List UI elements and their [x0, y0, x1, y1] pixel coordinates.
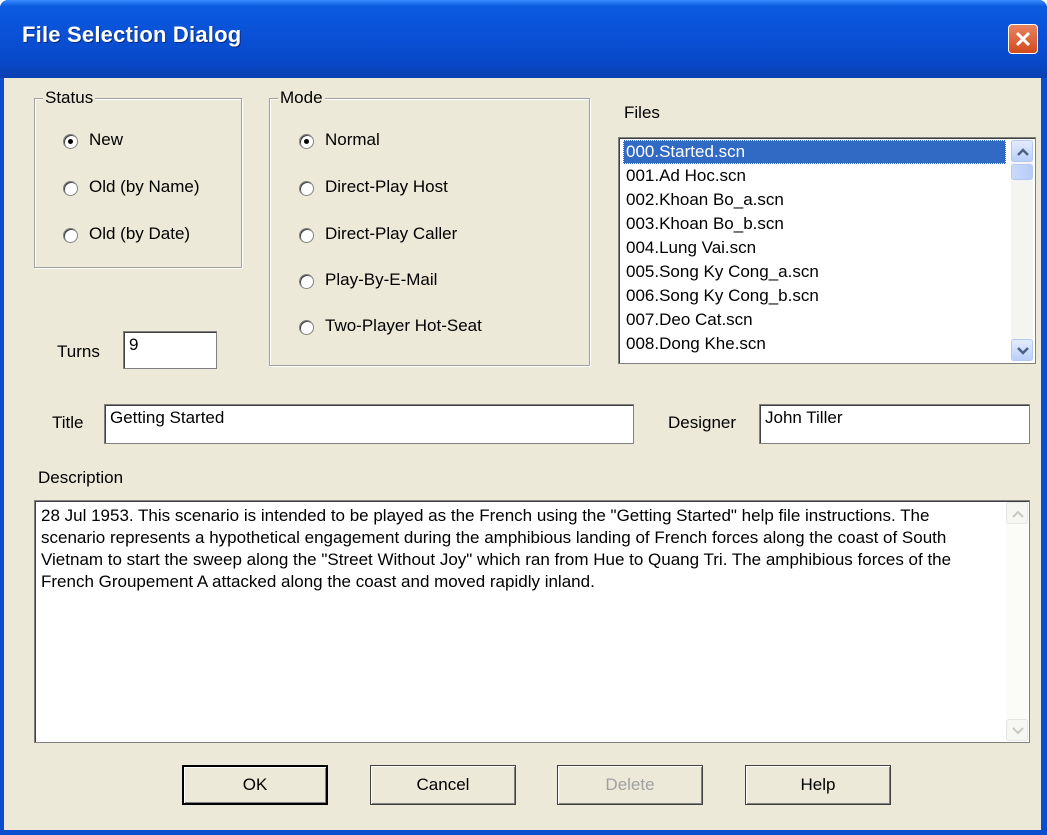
- close-icon: [1015, 31, 1031, 47]
- delete-button[interactable]: Delete: [557, 765, 703, 805]
- title-input[interactable]: Getting Started: [104, 404, 634, 444]
- radio-button-icon: [299, 320, 314, 335]
- dialog-title: File Selection Dialog: [22, 22, 242, 47]
- status-radio-old-by-date-label: Old (by Date): [89, 224, 191, 243]
- dialog-client-area: Status New Old (by Name) Old (by Date) T…: [4, 78, 1041, 830]
- radio-dot-icon: [304, 139, 309, 144]
- mode-radio-play-by-email-label: Play-By-E-Mail: [325, 270, 438, 289]
- radio-button-icon: [63, 134, 78, 149]
- file-list-item[interactable]: 004.Lung Vai.scn: [623, 236, 1006, 260]
- files-listbox[interactable]: 000.Started.scn 001.Ad Hoc.scn 002.Khoan…: [618, 137, 1036, 364]
- mode-radio-direct-play-host-label: Direct-Play Host: [325, 177, 448, 196]
- chevron-down-icon: [1017, 347, 1029, 355]
- mode-group-caption: Mode: [278, 88, 325, 108]
- radio-dot-icon: [68, 139, 73, 144]
- status-group-caption: Status: [43, 88, 96, 108]
- dialog-window: File Selection Dialog Status New Old (by…: [0, 0, 1047, 835]
- cancel-button[interactable]: Cancel: [370, 765, 516, 805]
- title-bar[interactable]: File Selection Dialog: [0, 0, 1047, 78]
- scroll-down-button[interactable]: [1006, 719, 1028, 741]
- designer-label: Designer: [668, 413, 737, 432]
- radio-button-icon: [299, 228, 314, 243]
- mode-group: Mode Normal Direct-Play Host Direct-Play…: [269, 88, 590, 366]
- scroll-up-button[interactable]: [1011, 140, 1033, 162]
- file-list-item[interactable]: 002.Khoan Bo_a.scn: [623, 188, 1006, 212]
- chevron-up-icon: [1012, 510, 1024, 518]
- file-list-item[interactable]: 001.Ad Hoc.scn: [623, 164, 1006, 188]
- help-button-label: Help: [800, 775, 836, 794]
- file-list-item[interactable]: 006.Song Ky Cong_b.scn: [623, 284, 1006, 308]
- file-list-item[interactable]: 003.Khoan Bo_b.scn: [623, 212, 1006, 236]
- radio-button-icon: [299, 181, 314, 196]
- close-button[interactable]: [1008, 24, 1038, 54]
- description-textarea[interactable]: 28 Jul 1953. This scenario is intended t…: [34, 500, 1030, 743]
- mode-radio-normal-label: Normal: [325, 130, 380, 149]
- scroll-down-button[interactable]: [1011, 339, 1033, 361]
- cancel-button-label: Cancel: [416, 775, 470, 794]
- status-group: Status New Old (by Name) Old (by Date): [34, 88, 242, 268]
- chevron-down-icon: [1012, 727, 1024, 735]
- description-label: Description: [38, 468, 124, 487]
- mode-radio-direct-play-caller-label: Direct-Play Caller: [325, 224, 458, 243]
- file-list-item[interactable]: 000.Started.scn: [623, 140, 1006, 164]
- ok-button-label: OK: [242, 775, 268, 794]
- description-scrollbar[interactable]: [1006, 502, 1028, 741]
- turns-input[interactable]: 9: [123, 331, 217, 369]
- turns-label: Turns: [57, 342, 100, 361]
- file-list-item[interactable]: 005.Song Ky Cong_a.scn: [623, 260, 1006, 284]
- ok-button[interactable]: OK: [182, 765, 328, 805]
- files-scrollbar[interactable]: [1011, 140, 1033, 361]
- title-label: Title: [52, 413, 84, 432]
- status-radio-new-label: New: [89, 130, 124, 149]
- mode-radio-two-player-hot-seat-label: Two-Player Hot-Seat: [325, 316, 482, 335]
- scroll-up-button[interactable]: [1006, 502, 1028, 524]
- radio-button-icon: [299, 134, 314, 149]
- delete-button-label: Delete: [605, 775, 655, 794]
- file-list-item[interactable]: 007.Deo Cat.scn: [623, 308, 1006, 332]
- status-radio-old-by-name-label: Old (by Name): [89, 177, 200, 196]
- file-list-item[interactable]: 008.Dong Khe.scn: [623, 332, 1006, 356]
- designer-input[interactable]: John Tiller: [759, 404, 1030, 444]
- help-button[interactable]: Help: [745, 765, 891, 805]
- radio-button-icon: [63, 181, 78, 196]
- chevron-up-icon: [1017, 148, 1029, 156]
- scroll-thumb[interactable]: [1011, 164, 1033, 180]
- description-text: 28 Jul 1953. This scenario is intended t…: [41, 506, 952, 591]
- radio-button-icon: [299, 274, 314, 289]
- files-label: Files: [624, 103, 660, 122]
- radio-button-icon: [63, 228, 78, 243]
